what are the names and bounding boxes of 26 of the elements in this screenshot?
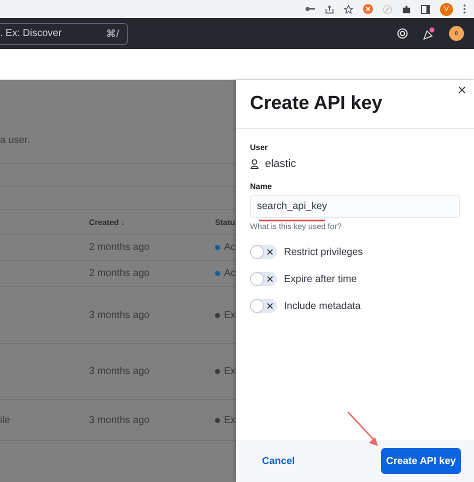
status-text: Ex bbox=[224, 414, 236, 426]
status-text: Ex bbox=[224, 310, 236, 320]
table-cell-text: 2 months ago bbox=[89, 242, 151, 253]
toggle-label: Include metadata bbox=[284, 300, 361, 312]
flyout-title: Create API key bbox=[250, 93, 382, 115]
toggle-label: Restrict privileges bbox=[284, 246, 363, 258]
table-cell-text: ile bbox=[0, 414, 12, 426]
column-header: Statu bbox=[215, 218, 236, 226]
table-cell-text: 3 months ago bbox=[89, 310, 151, 320]
toggle-label: Expire after time bbox=[284, 274, 357, 284]
user-name: elastic bbox=[265, 158, 296, 170]
column-header[interactable]: Created ↓ bbox=[89, 218, 215, 226]
page-description: a user. bbox=[0, 135, 30, 146]
field-label: Name bbox=[250, 182, 273, 191]
help-text: What is this key used for? bbox=[250, 222, 343, 231]
status-text: Ac bbox=[224, 242, 236, 253]
table-cell-text: 3 months ago bbox=[89, 414, 151, 426]
search-field[interactable]: . Ex: Discover ⌘/ bbox=[0, 22, 128, 44]
table-cell-text: 3 months ago bbox=[89, 366, 151, 377]
status-text: Ac bbox=[224, 268, 236, 279]
table-cell-text: 2 months ago bbox=[89, 268, 151, 279]
status-text: Ex bbox=[224, 366, 236, 377]
create-button[interactable]: Create API key bbox=[381, 448, 461, 474]
field-label: User bbox=[250, 143, 269, 152]
cancel-button[interactable]: Cancel bbox=[256, 454, 301, 468]
name-field[interactable]: search_api_key bbox=[250, 195, 460, 218]
